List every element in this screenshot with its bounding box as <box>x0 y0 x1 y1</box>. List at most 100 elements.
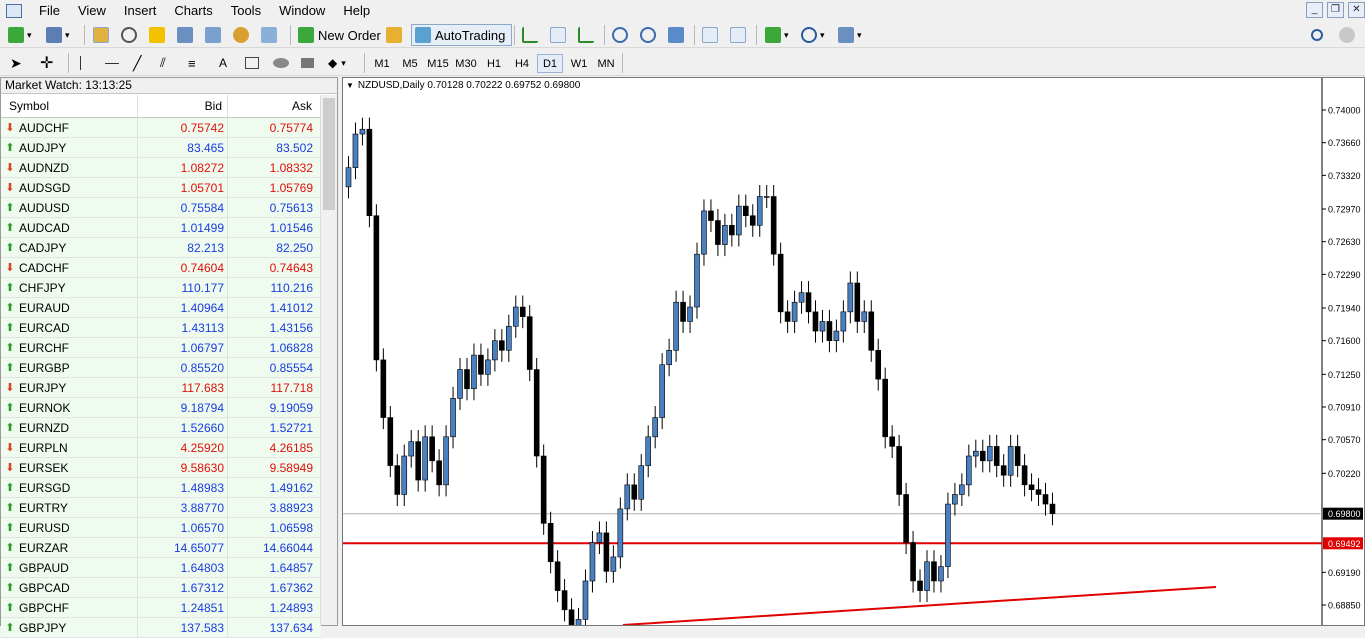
ask-cell: 1.43156 <box>269 320 313 335</box>
market-watch-row[interactable]: ⬆ GBPCAD 1.67312 1.67362 <box>1 577 321 598</box>
chat-button[interactable] <box>1339 24 1355 46</box>
menu-view[interactable]: View <box>69 0 115 21</box>
templates-button[interactable]: ▾ <box>838 24 862 46</box>
market-watch-row[interactable]: ⬆ EURNOK 9.18794 9.19059 <box>1 397 321 418</box>
text-label-button[interactable] <box>245 52 259 74</box>
ellipse-button[interactable] <box>273 52 289 74</box>
new-chart-button[interactable]: ▾ <box>8 24 32 46</box>
market-watch-row[interactable]: ⬇ CADCHF 0.74604 0.74643 <box>1 257 321 278</box>
candle-body <box>492 340 498 361</box>
market-watch-row[interactable]: ⬆ EURCAD 1.43113 1.43156 <box>1 317 321 338</box>
zoom-out-button[interactable] <box>640 24 656 46</box>
market-watch-row[interactable]: ⬆ AUDCAD 1.01499 1.01546 <box>1 217 321 238</box>
col-ask[interactable]: Ask <box>228 95 317 117</box>
market-watch-row[interactable]: ⬆ EURGBP 0.85520 0.85554 <box>1 357 321 378</box>
favorites-button[interactable] <box>149 24 165 46</box>
market-watch-row[interactable]: ⬆ EURTRY 3.88770 3.88923 <box>1 497 321 518</box>
trend-line <box>622 586 1217 626</box>
zoom-out-icon <box>640 27 656 43</box>
market-watch-row[interactable]: ⬆ GBPCHF 1.24851 1.24893 <box>1 597 321 618</box>
line-chart-button[interactable] <box>578 24 594 46</box>
col-bid[interactable]: Bid <box>138 95 228 117</box>
experts-button[interactable] <box>233 24 249 46</box>
autoscroll-button[interactable] <box>702 24 718 46</box>
market-watch-row[interactable]: ⬆ CHFJPY 110.177 110.216 <box>1 277 321 298</box>
terminal-button[interactable] <box>205 24 221 46</box>
market-watch-row[interactable]: ⬇ EURPLN 4.25920 4.26185 <box>1 437 321 458</box>
shapes-icon: ◆ <box>328 56 338 70</box>
price-label: 0.70910 <box>1328 403 1361 413</box>
tile-windows-button[interactable] <box>668 24 684 46</box>
menu-help[interactable]: Help <box>334 0 379 21</box>
market-watch-row[interactable]: ⬇ AUDCHF 0.75742 0.75774 <box>1 117 321 138</box>
tf-mn[interactable]: MN <box>593 54 619 73</box>
indicators-icon <box>765 27 781 43</box>
vertical-line-button[interactable] <box>80 52 81 74</box>
search-button[interactable] <box>1311 24 1323 46</box>
market-watch-row[interactable]: ⬇ AUDNZD 1.08272 1.08332 <box>1 157 321 178</box>
tf-m5[interactable]: M5 <box>397 54 423 73</box>
market-watch-row[interactable]: ⬆ EURNZD 1.52660 1.52721 <box>1 417 321 438</box>
data-window-button[interactable] <box>177 24 193 46</box>
menu-charts[interactable]: Charts <box>165 0 221 21</box>
minimize-button[interactable]: _ <box>1306 2 1323 18</box>
cursor-button[interactable]: ➤ <box>10 52 22 74</box>
fibonacci-button[interactable]: ≡ <box>188 52 196 74</box>
new-order-button[interactable]: New Order <box>298 24 381 46</box>
indicators-button[interactable]: ▾ <box>765 24 789 46</box>
autotrading-button[interactable]: AutoTrading <box>411 24 513 46</box>
market-watch-row[interactable]: ⬆ EURUSD 1.06570 1.06598 <box>1 517 321 538</box>
tf-h1[interactable]: H1 <box>481 54 507 73</box>
menu-file[interactable]: File <box>30 0 69 21</box>
market-watch-row[interactable]: ⬆ AUDJPY 83.465 83.502 <box>1 137 321 158</box>
zoom-in-button[interactable] <box>612 24 628 46</box>
market-watch-row[interactable]: ⬆ EURAUD 1.40964 1.41012 <box>1 297 321 318</box>
tf-h4[interactable]: H4 <box>509 54 535 73</box>
market-watch-scrollbar[interactable] <box>320 95 337 625</box>
candlestick-button[interactable] <box>550 24 566 46</box>
channel-button[interactable]: ⫽ <box>160 52 166 74</box>
market-watch-row[interactable]: ⬆ CADJPY 82.213 82.250 <box>1 237 321 258</box>
market-watch-row[interactable]: ⬇ EURJPY 117.683 117.718 <box>1 377 321 398</box>
symbol-name: EURTRY <box>19 500 68 515</box>
scrollbar-thumb[interactable] <box>323 98 335 210</box>
tf-m1[interactable]: M1 <box>369 54 395 73</box>
market-watch-row[interactable]: ⬇ EURSEK 9.58630 9.58949 <box>1 457 321 478</box>
crosshair-button[interactable]: ✛ <box>40 52 53 74</box>
market-watch-row[interactable]: ⬆ GBPJPY 137.583 137.634 <box>1 617 321 638</box>
metaeditor-button[interactable] <box>386 24 402 46</box>
menu-window[interactable]: Window <box>270 0 334 21</box>
candle-body <box>554 561 561 591</box>
market-watch-row[interactable]: ⬇ AUDSGD 1.05701 1.05769 <box>1 177 321 198</box>
price-chart[interactable]: 0.74000 0.73660 0.73320 0.72970 0.72630 0.722… <box>343 78 1364 638</box>
chart-shift-button[interactable] <box>730 24 746 46</box>
profiles-button[interactable]: ▾ <box>46 24 70 46</box>
market-watch-row[interactable]: ⬆ AUDUSD 0.75584 0.75613 <box>1 197 321 218</box>
candle-body <box>938 566 944 582</box>
market-watch-row[interactable]: ⬆ GBPAUD 1.64803 1.64857 <box>1 557 321 578</box>
tf-w1[interactable]: W1 <box>566 54 592 73</box>
chart-window[interactable]: ▼ NZDUSD,Daily 0.70128 0.70222 0.69752 0.… <box>342 77 1365 638</box>
tf-m30[interactable]: M30 <box>453 54 479 73</box>
close-button[interactable]: ✕ <box>1348 2 1365 18</box>
menu-insert[interactable]: Insert <box>115 0 166 21</box>
strategy-tester-button[interactable] <box>261 24 277 46</box>
tf-d1[interactable]: D1 <box>537 54 563 73</box>
tf-m15[interactable]: M15 <box>425 54 451 73</box>
shapes-menu-button[interactable]: ◆ ▾ <box>328 52 346 74</box>
horizontal-line-button[interactable] <box>105 52 119 74</box>
bar-chart-button[interactable] <box>522 24 538 46</box>
arrow-up-icon: ⬆ <box>5 282 15 294</box>
menu-tools[interactable]: Tools <box>222 0 270 21</box>
restore-button[interactable]: ❐ <box>1327 2 1344 18</box>
periods-button[interactable]: ▾ <box>801 24 825 46</box>
rectangle-button[interactable] <box>301 52 314 74</box>
market-watch-row[interactable]: ⬆ EURCHF 1.06797 1.06828 <box>1 337 321 358</box>
market-watch-row[interactable]: ⬆ EURSGD 1.48983 1.49162 <box>1 477 321 498</box>
navigator-button[interactable] <box>121 24 137 46</box>
trendline-button[interactable]: ╱ <box>133 52 141 74</box>
market-watch-toggle[interactable] <box>93 24 109 46</box>
market-watch-row[interactable]: ⬆ EURZAR 14.65077 14.66044 <box>1 537 321 558</box>
col-symbol[interactable]: Symbol <box>1 95 138 117</box>
text-button[interactable]: A <box>219 52 227 74</box>
